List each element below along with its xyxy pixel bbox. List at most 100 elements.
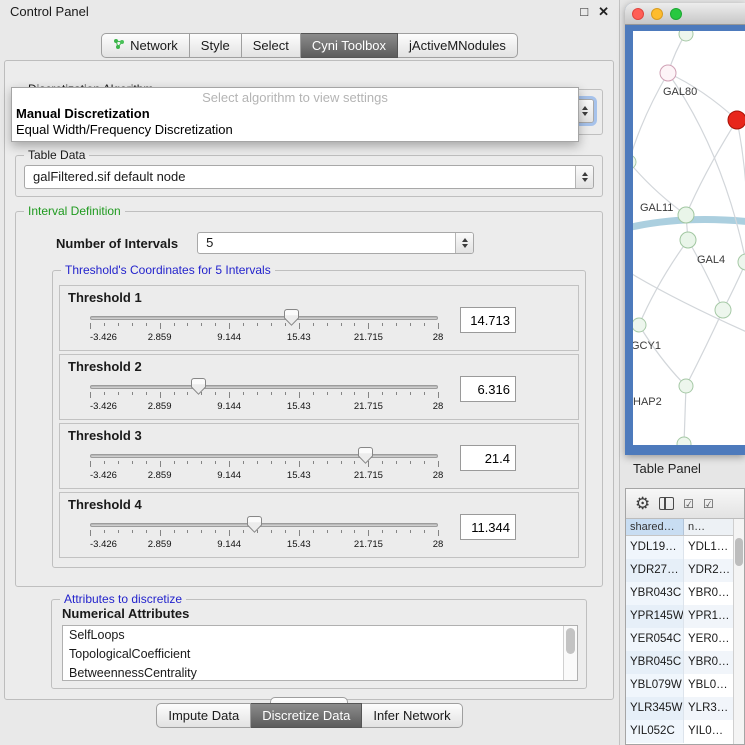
slider-tick-label: 28 [433,401,444,412]
tab-discretize-data[interactable]: Discretize Data [251,703,362,728]
group-title: Attributes to discretize [60,592,186,606]
threshold-value-input[interactable] [460,376,516,402]
dropdown-option[interactable]: Equal Width/Frequency Discretization [12,122,578,138]
network-edge[interactable] [686,120,737,215]
slider-tick-label: 28 [433,332,444,343]
tab-style[interactable]: Style [190,33,242,58]
attributes-scrollbar[interactable] [563,626,577,680]
network-edge[interactable] [668,73,745,262]
threshold-label: Threshold 3 [68,428,142,443]
threshold-slider[interactable]: -3.4262.8599.14415.4321.71528 [90,517,438,557]
attribute-item[interactable]: BetweennessCentrality [63,664,577,681]
slider-thumb[interactable] [247,516,262,533]
slider-thumb[interactable] [358,447,373,464]
gal11-node[interactable] [678,207,694,223]
tab-cyni-toolbox[interactable]: Cyni Toolbox [301,33,398,58]
slider-tick-label: 28 [433,470,444,481]
network-node[interactable] [738,254,745,270]
slider-track[interactable] [90,523,438,527]
slider-thumb[interactable] [284,309,299,326]
slider-tick-label: 21.715 [354,332,383,343]
attribute-item[interactable]: SelfLoops [63,626,577,645]
table-row[interactable]: YLR345WYLR3… [626,697,744,720]
close-traffic-light-icon[interactable] [632,8,644,20]
network-node[interactable] [633,155,636,169]
network-window-titlebar[interactable] [625,3,745,25]
network-edge[interactable] [684,386,686,444]
attribute-item[interactable]: TopologicalCoefficient [63,645,577,664]
gal80-node[interactable] [660,65,676,81]
table-row[interactable]: YER054CYER0… [626,628,744,651]
network-edge[interactable] [688,240,723,310]
table-row[interactable]: YIL052CYIL0… [626,720,744,743]
network-canvas[interactable]: GAL80GAL11GAL4GCY1HAP2 [633,31,745,445]
threshold-value-input[interactable] [460,307,516,333]
stepper-icon[interactable] [575,166,593,188]
tab-jactivemnodules[interactable]: jActiveMNodules [398,33,518,58]
tab-infer-network[interactable]: Infer Network [362,703,462,728]
network-edge[interactable] [686,310,723,386]
dropdown-option[interactable]: Manual Discretization [12,106,578,122]
table-header: shared… n… [626,519,744,536]
table-cell-shared-name: YIL052C [626,720,684,743]
table-row[interactable]: YBR043CYBR0… [626,582,744,605]
network-icon [113,38,125,53]
network-node[interactable] [679,31,693,41]
stepper-icon[interactable] [455,233,473,253]
table-row[interactable]: YDR27…YDR2… [626,559,744,582]
select-rows-checkbox-icon[interactable]: ☑ [703,498,714,510]
slider-track[interactable] [90,385,438,389]
table-scrollbar[interactable] [733,519,744,744]
hap2-node[interactable] [679,379,693,393]
gal4-node[interactable] [680,232,696,248]
threshold-value-input[interactable] [460,445,516,471]
slider-ticks [90,323,438,331]
select-all-checkbox-icon[interactable]: ☑ [683,498,694,510]
table-row[interactable]: YBL079WYBL0… [626,674,744,697]
table-cell-shared-name: YPR145W [626,605,684,628]
attributes-items: SelfLoopsTopologicalCoefficientBetweenne… [63,626,577,681]
column-header-shared-name[interactable]: shared… [626,519,684,535]
gear-icon[interactable]: ⚙ [635,495,650,512]
threshold-slider[interactable]: -3.4262.8599.14415.4321.71528 [90,379,438,419]
threshold-panel: Threshold 2-3.4262.8599.14415.4321.71528 [59,354,579,420]
slider-thumb[interactable] [191,378,206,395]
table-data-combobox[interactable]: galFiltered.sif default node [24,165,594,189]
threshold-label: Threshold 1 [68,290,142,305]
interval-definition-group: Interval Definition Number of Intervals … [15,211,603,587]
network-node[interactable] [728,111,745,129]
table-row[interactable]: YPR145WYPR1… [626,605,744,628]
table-row[interactable]: YBR045CYBR0… [626,651,744,674]
slider-tick-label: -3.426 [90,401,117,412]
node-label: GAL4 [697,254,725,266]
threshold-slider[interactable]: -3.4262.8599.14415.4321.71528 [90,448,438,488]
number-of-intervals-combobox[interactable]: 5 [197,232,474,254]
scrollbar-thumb[interactable] [735,538,743,566]
network-edge[interactable] [639,325,686,386]
tab-select[interactable]: Select [242,33,301,58]
scrollbar-thumb[interactable] [566,628,575,654]
slider-track[interactable] [90,454,438,458]
close-icon[interactable]: ✕ [598,5,609,18]
slider-tick-label: -3.426 [90,470,117,481]
network-node[interactable] [677,437,691,445]
control-panel-titlebar: Control Panel □ ✕ [0,0,619,22]
gcy1-node[interactable] [633,318,646,332]
tab-label: Cyni Toolbox [312,38,386,53]
threshold-value-input[interactable] [460,514,516,540]
network-node[interactable] [715,302,731,318]
table-toolbar: ⚙ ☑ ☑ [626,489,744,519]
tab-impute-data[interactable]: Impute Data [156,703,251,728]
columns-icon[interactable] [659,497,674,510]
zoom-traffic-light-icon[interactable] [670,8,682,20]
threshold-slider[interactable]: -3.4262.8599.14415.4321.71528 [90,310,438,350]
slider-track[interactable] [90,316,438,320]
tab-network[interactable]: Network [101,33,190,58]
table-data-group: Table Data galFiltered.sif default node [15,155,603,197]
dropdown-placeholder: Select algorithm to view settings [12,90,578,106]
minimize-traffic-light-icon[interactable] [651,8,663,20]
float-window-icon[interactable]: □ [580,5,588,18]
table-row[interactable]: YDL19…YDL1… [626,536,744,559]
node-label: GAL80 [663,86,697,98]
attributes-list[interactable]: SelfLoopsTopologicalCoefficientBetweenne… [62,625,578,681]
